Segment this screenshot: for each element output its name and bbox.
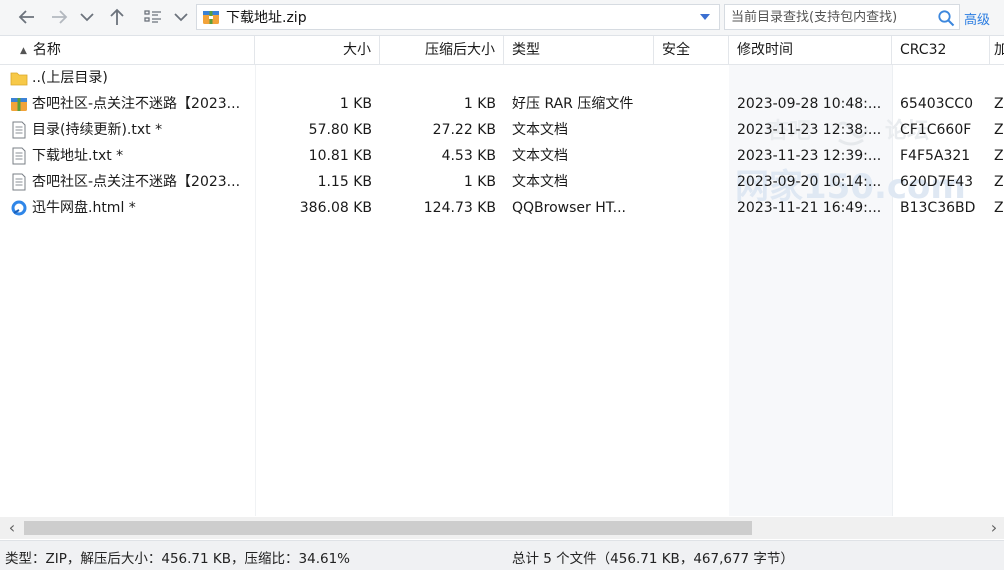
search-icon <box>938 10 955 27</box>
list-item-parent-dir[interactable]: ..(上层目录) <box>0 65 1004 91</box>
file-extra: Z <box>994 148 1004 164</box>
address-dropdown-button[interactable] <box>699 11 711 27</box>
column-header: ▲ 名称 大小 压缩后大小 类型 安全 修改时间 CRC32 加 <box>0 36 1004 65</box>
file-packed-size: 1 KB <box>463 96 496 112</box>
scroll-right-button[interactable]: › <box>984 517 1004 539</box>
file-name: 迅牛网盘.html * <box>32 200 136 216</box>
history-dropdown-button[interactable] <box>76 4 98 30</box>
file-size: 10.81 KB <box>308 148 372 164</box>
file-modified: 2023-11-21 16:49:... <box>737 200 882 216</box>
list-item[interactable]: 下载地址.txt * 10.81 KB 4.53 KB 文本文档 2023-11… <box>0 143 1004 169</box>
column-crc32[interactable]: CRC32 <box>892 36 990 64</box>
file-size: 386.08 KB <box>299 200 372 216</box>
file-modified: 2023-09-28 10:48:... <box>737 96 882 112</box>
archive-icon <box>11 98 27 111</box>
file-packed-size: 27.22 KB <box>432 122 496 138</box>
arrow-right-icon <box>52 10 68 24</box>
column-extra[interactable]: 加 <box>990 36 1004 64</box>
back-button[interactable] <box>14 4 40 30</box>
arrow-up-icon <box>110 8 124 25</box>
text-file-icon <box>12 173 26 191</box>
view-mode-dropdown-button[interactable] <box>170 4 192 30</box>
file-modified: 2023-11-23 12:39:... <box>737 148 882 164</box>
file-size: 57.80 KB <box>308 122 372 138</box>
status-archive-info: 类型：ZIP，解压后大小：456.71 KB，压缩比：34.61% <box>5 551 350 567</box>
up-level-button[interactable] <box>104 4 130 30</box>
forward-button[interactable] <box>46 4 72 30</box>
search-input[interactable] <box>731 9 927 25</box>
address-bar[interactable]: 下载地址.zip <box>196 4 720 30</box>
file-modified: 2023-09-20 10:14:... <box>737 174 882 190</box>
horizontal-scrollbar[interactable]: ‹ › <box>0 517 1004 539</box>
list-view-icon <box>144 10 161 23</box>
browser-icon <box>11 200 27 216</box>
sort-ascending-icon: ▲ <box>20 46 27 56</box>
file-crc: B13C36BD <box>900 200 976 216</box>
advanced-search-link[interactable]: 高级 <box>964 9 990 28</box>
file-name: 杏吧社区-点关注不迷路【2023... <box>32 96 241 112</box>
file-name: ..(上层目录) <box>32 70 108 86</box>
file-name: 下载地址.txt * <box>32 148 124 164</box>
status-bar: 类型：ZIP，解压后大小：456.71 KB，压缩比：34.61% 总计 5 个… <box>0 540 1004 570</box>
view-mode-button[interactable] <box>140 4 166 30</box>
file-packed-size: 1 KB <box>463 174 496 190</box>
search-box <box>724 4 960 30</box>
caret-down-icon <box>700 14 710 20</box>
list-item[interactable]: 目录(持续更新).txt * 57.80 KB 27.22 KB 文本文档 20… <box>0 117 1004 143</box>
column-security[interactable]: 安全 <box>654 36 729 64</box>
text-file-icon <box>12 121 26 139</box>
list-item[interactable]: 迅牛网盘.html * 386.08 KB 124.73 KB QQBrowse… <box>0 195 1004 221</box>
file-crc: 65403CC0 <box>900 96 973 112</box>
file-packed-size: 124.73 KB <box>423 200 496 216</box>
file-extra: Z <box>994 174 1004 190</box>
column-name[interactable]: ▲ 名称 <box>0 36 255 64</box>
list-item[interactable]: 杏吧社区-点关注不迷路【2023... 1.15 KB 1 KB 文本文档 20… <box>0 169 1004 195</box>
file-type: 文本文档 <box>512 122 568 138</box>
list-item[interactable]: 杏吧社区-点关注不迷路【2023... 1 KB 1 KB 好压 RAR 压缩文… <box>0 91 1004 117</box>
column-packed-size[interactable]: 压缩后大小 <box>380 36 504 64</box>
file-type: 文本文档 <box>512 148 568 164</box>
file-type: 好压 RAR 压缩文件 <box>512 96 634 112</box>
scrollbar-thumb[interactable] <box>24 521 752 535</box>
toolbar: 下载地址.zip 高级 <box>0 0 1004 36</box>
file-modified: 2023-11-23 12:38:... <box>737 122 882 138</box>
file-list: 杏吧 论坛 网家150.com ..(上层目录) 杏吧社区-点关注不迷路【202… <box>0 65 1004 516</box>
folder-icon <box>10 72 28 86</box>
file-size: 1 KB <box>339 96 372 112</box>
file-name: 杏吧社区-点关注不迷路【2023... <box>32 174 241 190</box>
chevron-down-icon <box>174 13 188 22</box>
file-name: 目录(持续更新).txt * <box>32 122 163 138</box>
chevron-down-icon <box>80 13 94 22</box>
scroll-left-button[interactable]: ‹ <box>2 517 22 539</box>
zip-archive-icon <box>203 11 219 24</box>
file-extra: Z <box>994 96 1004 112</box>
column-modified[interactable]: 修改时间 <box>729 36 892 64</box>
column-type[interactable]: 类型 <box>504 36 654 64</box>
file-crc: F4F5A321 <box>900 148 971 164</box>
search-button[interactable] <box>937 9 955 31</box>
column-size[interactable]: 大小 <box>255 36 380 64</box>
file-crc: CF1C660F <box>900 122 972 138</box>
file-extra: Z <box>994 200 1004 216</box>
arrow-left-icon <box>18 10 34 24</box>
status-total-info: 总计 5 个文件（456.71 KB，467,677 字节） <box>512 551 794 567</box>
file-packed-size: 4.53 KB <box>441 148 496 164</box>
file-crc: 620D7E43 <box>900 174 974 190</box>
text-file-icon <box>12 147 26 165</box>
file-type: QQBrowser HT... <box>512 200 626 216</box>
file-extra: Z <box>994 122 1004 138</box>
file-size: 1.15 KB <box>317 174 372 190</box>
address-path: 下载地址.zip <box>226 10 307 26</box>
file-type: 文本文档 <box>512 174 568 190</box>
